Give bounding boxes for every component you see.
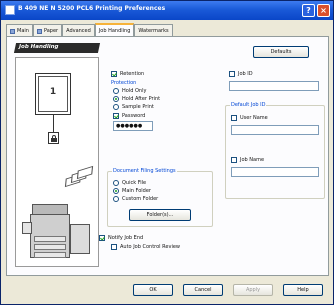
main-tab-icon <box>10 28 15 34</box>
copier-tray <box>34 236 66 242</box>
copier-finisher <box>70 224 90 254</box>
default-job-id-group-label: Default Job ID <box>230 102 267 108</box>
tab-job-handling[interactable]: Job Handling <box>94 23 135 37</box>
radio-custom-folder[interactable]: Custom Folder <box>113 196 158 202</box>
quick-file-label: Quick File <box>122 180 147 186</box>
radio-sample-print[interactable]: Sample Print <box>113 104 154 110</box>
notify-job-end-box[interactable] <box>99 235 105 241</box>
printing-preferences-window: B 409 NE N 5200 PCL6 Printing Preference… <box>0 0 334 305</box>
quick-file-radio[interactable] <box>113 180 119 186</box>
job-handling-panel: Job Handling Defaults 1 Retention Protec… <box>6 36 329 276</box>
radio-main-folder[interactable]: Main Folder <box>113 188 151 194</box>
connector-line <box>53 114 54 132</box>
auto-job-control-box[interactable] <box>111 244 117 250</box>
user-name-field[interactable] <box>231 125 319 135</box>
preview-pane: 1 <box>15 57 99 267</box>
copier-feeder <box>22 222 32 234</box>
auto-job-control-checkbox[interactable]: Auto Job Control Review <box>111 244 180 250</box>
custom-folder-label: Custom Folder <box>122 196 159 202</box>
copier-tray <box>34 252 66 258</box>
defaults-button[interactable]: Defaults <box>253 46 309 58</box>
title-bar[interactable]: B 409 NE N 5200 PCL6 Printing Preference… <box>1 1 333 20</box>
notify-job-end-checkbox[interactable]: Notify Job End <box>99 235 143 241</box>
protection-label: Protection <box>111 80 136 86</box>
radio-hold-after-print[interactable]: Hold After Print <box>113 96 160 102</box>
job-id-field[interactable] <box>229 81 319 91</box>
job-name-label: Job Name <box>240 157 265 163</box>
hold-after-print-radio[interactable] <box>113 96 119 102</box>
job-id-box[interactable] <box>229 71 235 77</box>
hold-only-label: Hold Only <box>122 88 147 94</box>
retention-checkbox[interactable]: Retention <box>111 71 144 77</box>
notify-job-end-label: Notify Job End <box>108 235 144 241</box>
lock-body <box>51 138 57 142</box>
retention-label: Retention <box>120 71 145 77</box>
lock-icon <box>48 132 59 144</box>
radio-quick-file[interactable]: Quick File <box>113 180 146 186</box>
password-checkbox[interactable]: Password <box>113 113 145 119</box>
user-name-label: User Name <box>240 115 268 121</box>
job-name-checkbox[interactable]: Job Name <box>231 157 264 163</box>
main-folder-label: Main Folder <box>122 188 151 194</box>
password-label: Password <box>122 113 146 119</box>
section-banner-title: Job Handling <box>19 44 59 50</box>
sample-print-radio[interactable] <box>113 104 119 110</box>
user-name-box[interactable] <box>231 115 237 121</box>
preview-page-number: 1 <box>49 87 57 97</box>
window-title: B 409 NE N 5200 PCL6 Printing Preference… <box>18 5 166 12</box>
retention-box[interactable] <box>111 71 117 77</box>
sample-print-label: Sample Print <box>122 104 154 110</box>
protection-label-text: Protection <box>111 80 137 86</box>
tab-watermarks-label: Watermarks <box>138 28 169 34</box>
password-box[interactable] <box>113 113 119 119</box>
ok-button[interactable]: OK <box>133 284 173 296</box>
copier-illustration <box>22 200 94 262</box>
close-button[interactable]: × <box>317 4 330 17</box>
job-name-box[interactable] <box>231 157 237 163</box>
tab-paper-label: Paper <box>43 28 59 34</box>
paper-stack-icon <box>64 165 94 188</box>
hold-after-print-label: Hold After Print <box>122 96 161 102</box>
document-filing-group-label: Document Filing Settings <box>112 168 177 174</box>
folders-button[interactable]: Folder(s)... <box>129 209 191 221</box>
job-id-label: Job ID <box>238 71 253 77</box>
tab-main-label: Main <box>17 28 29 34</box>
help-title-button[interactable]: ? <box>302 4 315 17</box>
main-folder-radio[interactable] <box>113 188 119 194</box>
custom-folder-radio[interactable] <box>113 196 119 202</box>
password-field[interactable]: ●●●●●● <box>113 121 153 131</box>
apply-button[interactable]: Apply <box>233 284 273 296</box>
copier-tray <box>34 244 66 250</box>
help-button[interactable]: Help <box>283 284 323 296</box>
auto-job-control-label: Auto Job Control Review <box>120 244 180 250</box>
job-name-field[interactable] <box>231 167 319 177</box>
radio-hold-only[interactable]: Hold Only <box>113 88 146 94</box>
printer-icon <box>5 5 15 15</box>
tab-job-handling-label: Job Handling <box>98 28 131 34</box>
hold-only-radio[interactable] <box>113 88 119 94</box>
user-name-checkbox[interactable]: User Name <box>231 115 268 121</box>
page-preview-icon: 1 <box>38 76 68 112</box>
cancel-button[interactable]: Cancel <box>183 284 223 296</box>
tab-strip: Main Paper Advanced Job Handling Waterma… <box>6 23 173 37</box>
dialog-footer: OK Cancel Apply Help <box>1 278 333 304</box>
tab-advanced-label: Advanced <box>66 28 91 34</box>
job-id-checkbox[interactable]: Job ID <box>229 71 253 77</box>
paper-tab-icon <box>36 28 42 34</box>
